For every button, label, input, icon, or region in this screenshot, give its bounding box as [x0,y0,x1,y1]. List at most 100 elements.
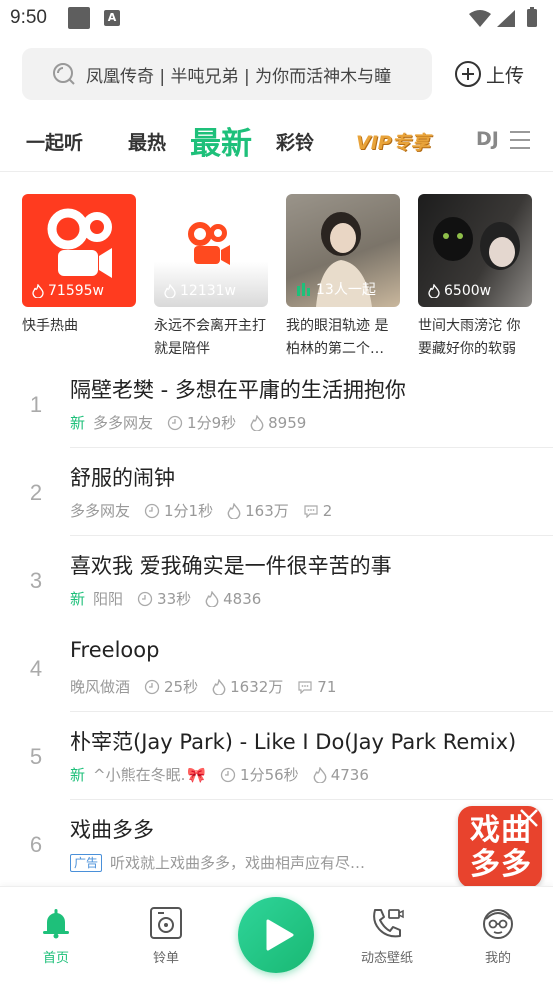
featured-cards: 71595w 快手热曲 12131w 永远不会离开主打就是陪伴 13人一起 我的… [0,194,553,364]
play-button[interactable] [238,897,314,973]
ad-badge: 广告 [70,853,103,872]
fire-icon [428,284,440,298]
bell-icon [43,909,69,939]
equalizer-icon [297,283,310,296]
song-duration: 25秒 [144,676,198,697]
card-forever-company[interactable]: 12131w 永远不会离开主打就是陪伴 [154,194,268,361]
card-play-count: 71595w [32,283,104,299]
song-index: 4 [29,656,43,681]
tab-hottest[interactable]: 最热 [128,128,166,155]
fire-icon [212,678,226,695]
clock-icon [137,591,153,606]
song-meta: 新 多多网友 1分9秒 8959 [70,412,320,433]
ad-description: 听戏就上戏曲多多，戏曲相声应有尽… [110,854,366,872]
song-duration: 33秒 [137,588,191,609]
new-badge: 新 [70,414,86,432]
song-row[interactable]: 2 舒服的闹钟 多多网友 1分1秒 163万 2 [0,448,553,536]
nav-label: 首页 [42,951,69,966]
song-title: 舒服的闹钟 [70,466,175,490]
new-badge: 新 [70,590,86,608]
play-icon [266,919,294,951]
song-comments: 2 [303,502,332,520]
bow-icon: 🎀 [187,765,207,784]
search-bar[interactable]: 凤凰传奇 | 半吨兄弟 | 为你而活神木与瞳 [22,48,432,100]
song-plays: 4736 [313,766,369,784]
nav-home[interactable]: 首页 [16,905,96,966]
song-plays: 1632万 [212,676,283,697]
card-cover: 71595w [22,194,136,307]
a-icon: A [104,10,120,26]
tab-dj[interactable]: DJ [476,128,499,150]
playlist-icon [150,907,182,939]
ad-meta: 广告 听戏就上戏曲多多，戏曲相声应有尽… [70,852,365,873]
song-plays: 4836 [205,590,261,608]
notification-icon [68,7,90,29]
song-author: ^小熊在冬眠. 🎀 [93,765,207,785]
fire-icon [227,502,241,519]
song-index: 5 [29,744,43,769]
tab-ringback[interactable]: 彩铃 [276,128,314,155]
status-bar: 9:50 A [0,0,553,36]
song-meta: 新 ^小熊在冬眠. 🎀 1分56秒 4736 [70,764,383,785]
nav-live-wallpaper[interactable]: 动态壁纸 [347,905,427,966]
add-circle-icon [455,61,481,87]
clock-icon [167,415,183,430]
song-title: 喜欢我 爱我确实是一件很辛苦的事 [70,554,392,578]
clock-icon [144,503,160,518]
close-icon[interactable] [517,806,541,830]
card-title: 快手热曲 [22,318,78,334]
song-comments: 71 [297,678,336,696]
card-tears-berlin[interactable]: 13人一起 我的眼泪轨迹 是柏林的第二个… [286,194,400,361]
status-time: 9:50 [10,7,47,28]
song-meta: 多多网友 1分1秒 163万 2 [70,500,346,521]
song-plays: 163万 [227,500,289,521]
song-meta: 新 阳阳 33秒 4836 [70,588,275,609]
tab-listen-together[interactable]: 一起听 [26,128,83,155]
fire-icon [164,284,176,298]
upload-button[interactable]: 上传 [454,58,524,90]
clock-icon [144,679,160,694]
song-duration: 1分9秒 [167,412,236,433]
search-placeholder: 凤凰传奇 | 半吨兄弟 | 为你而活神木与瞳 [86,67,392,87]
song-author: 多多网友 [93,414,154,432]
card-listeners: 13人一起 [296,279,376,299]
fire-icon [250,414,264,431]
tab-newest[interactable]: 最新 [190,118,252,163]
fire-icon [32,284,44,298]
song-index: 2 [29,480,43,505]
song-index: 1 [29,392,43,417]
profile-icon [483,909,513,939]
card-kuaishou-hits[interactable]: 71595w 快手热曲 [22,194,136,338]
comment-icon [304,504,318,518]
nav-label: 铃单 [152,951,179,966]
song-row[interactable]: 3 喜欢我 爱我确实是一件很辛苦的事 新 阳阳 33秒 4836 [0,536,553,624]
song-author: 多多网友 [70,502,131,520]
song-meta: 晚风做酒 25秒 1632万 71 [70,676,350,697]
card-title: 我的眼泪轨迹 是柏林的第二个… [286,318,389,357]
nav-playlist[interactable]: 铃单 [126,905,206,966]
song-duration: 1分56秒 [220,764,299,785]
tab-vip[interactable]: VIP专享 [356,128,430,155]
nav-profile[interactable]: 我的 [458,905,538,966]
song-duration: 1分1秒 [144,500,213,521]
song-title: Freeloop [70,638,160,662]
phone-video-icon [373,909,404,938]
song-row[interactable]: 4 Freeloop 晚风做酒 25秒 1632万 71 [0,624,553,712]
card-cover: 6500w [418,194,532,307]
song-row[interactable]: 5 朴宰范(Jay Park) - Like I Do(Jay Park Rem… [0,712,553,800]
song-index: 6 [29,832,43,857]
new-badge: 新 [70,766,86,784]
song-author: 阳阳 [93,590,124,608]
card-cover: 12131w [154,194,268,307]
bottom-nav: 首页 铃单 动态壁纸 我的 [0,886,553,984]
nav-label: 我的 [484,951,511,966]
upload-label: 上传 [486,64,525,87]
card-play-count: 6500w [428,283,491,299]
card-title: 世间大雨滂沱 你要藏好你的软弱 [418,318,521,357]
nav-label: 动态壁纸 [360,951,413,966]
card-heavy-rain[interactable]: 6500w 世间大雨滂沱 你要藏好你的软弱 [418,194,532,361]
menu-icon[interactable] [508,128,532,152]
category-tabs: 一起听 最热 最新 彩铃 VIP专享 DJ [0,112,553,172]
song-row[interactable]: 1 隔壁老樊 - 多想在平庸的生活拥抱你 新 多多网友 1分9秒 8959 [0,360,553,448]
song-title: 朴宰范(Jay Park) - Like I Do(Jay Park Remix… [70,730,517,754]
